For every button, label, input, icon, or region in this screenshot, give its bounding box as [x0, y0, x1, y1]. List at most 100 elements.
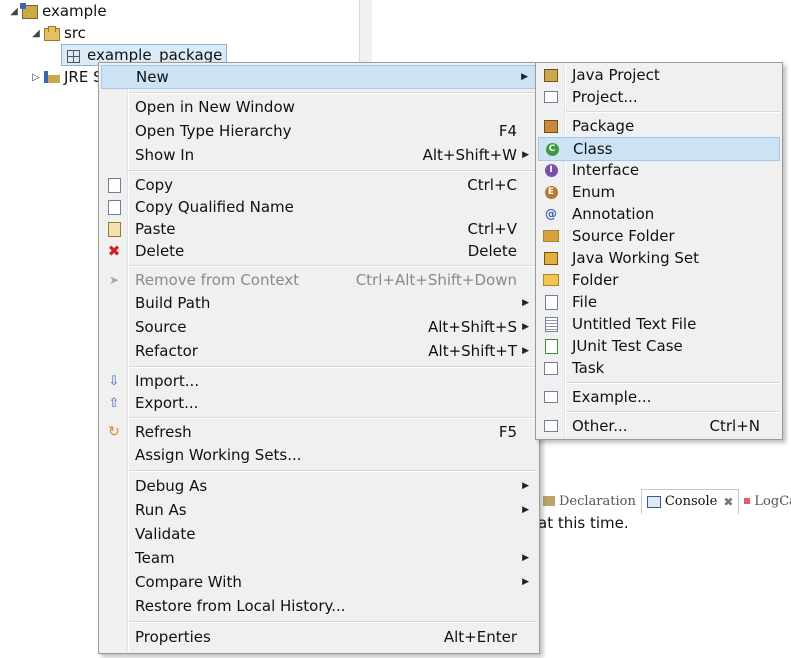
import-icon: ⇩	[108, 373, 120, 389]
menu-item-delete[interactable]: ✖ Delete Delete	[101, 240, 537, 262]
menu-accelerator: Ctrl+Alt+Shift+Down	[355, 271, 517, 289]
menu-item-annotation[interactable]: @ Annotation	[538, 203, 780, 225]
menu-label: New	[136, 68, 169, 86]
tree-label: JRE S	[64, 68, 103, 86]
tab-label: Console	[664, 494, 718, 509]
menu-accelerator: Ctrl+V	[467, 220, 517, 238]
menu-item-other[interactable]: Other... Ctrl+N	[538, 415, 780, 437]
tab-logcat[interactable]: LogCat	[739, 489, 791, 513]
menu-item-package[interactable]: Package	[538, 115, 780, 137]
menu-item-copy[interactable]: Copy Ctrl+C	[101, 174, 537, 196]
paste-icon	[106, 221, 122, 237]
menu-item-task[interactable]: Task	[538, 357, 780, 379]
menu-item-assign-working-sets[interactable]: Assign Working Sets...	[101, 444, 537, 466]
menu-item-untitled-text-file[interactable]: Untitled Text File	[538, 313, 780, 335]
menu-label: Delete	[135, 242, 185, 260]
menu-item-export[interactable]: ⇧ Export...	[101, 392, 537, 414]
menu-item-source-folder[interactable]: Source Folder	[538, 225, 780, 247]
menu-item-example[interactable]: Example...	[538, 386, 780, 408]
menu-label: Other...	[572, 417, 628, 435]
menu-label: Java Project	[572, 66, 660, 84]
menu-item-restore-local-history[interactable]: Restore from Local History...	[101, 595, 537, 617]
menu-item-java-working-set[interactable]: Java Working Set	[538, 247, 780, 269]
menu-item-refactor[interactable]: Refactor Alt+Shift+T ▶	[101, 340, 537, 362]
new-enum-icon: E	[543, 184, 559, 200]
declaration-icon	[543, 496, 555, 506]
submenu-arrow-icon: ▶	[522, 322, 529, 332]
menu-item-compare-with[interactable]: Compare With ▶	[101, 571, 537, 593]
menu-accelerator: Delete	[467, 242, 517, 260]
menu-label: Copy Qualified Name	[135, 198, 294, 216]
menu-item-show-in[interactable]: Show In Alt+Shift+W ▶	[101, 144, 537, 166]
tree-item-jre[interactable]: ▷ JRE S	[30, 66, 103, 88]
menu-item-open-type-hierarchy[interactable]: Open Type Hierarchy F4	[101, 120, 537, 142]
collapsed-triangle-icon[interactable]: ▷	[30, 72, 42, 83]
context-menu: New ▶ Open in New Window Open Type Hiera…	[98, 62, 540, 654]
menu-item-properties[interactable]: Properties Alt+Enter	[101, 626, 537, 648]
menu-item-refresh[interactable]: ↻ Refresh F5	[101, 421, 537, 443]
close-icon[interactable]: ✖	[723, 495, 733, 509]
new-text-file-icon	[543, 316, 559, 332]
menu-label: Java Working Set	[572, 249, 700, 267]
menu-item-folder[interactable]: Folder	[538, 269, 780, 291]
tab-declaration[interactable]: Declaration	[538, 489, 641, 513]
submenu-arrow-icon: ▶	[522, 481, 529, 491]
menu-accelerator: F4	[498, 122, 517, 140]
tab-label: Declaration	[559, 493, 636, 509]
menu-label: Paste	[135, 220, 176, 238]
menu-label: Run As	[135, 501, 187, 519]
menu-item-source[interactable]: Source Alt+Shift+S ▶	[101, 316, 537, 338]
expanded-triangle-icon[interactable]: ◢	[8, 6, 20, 17]
menu-label: Team	[135, 549, 175, 567]
menu-item-interface[interactable]: I Interface	[538, 159, 780, 181]
menu-label: Example...	[572, 388, 652, 406]
menu-label: Remove from Context	[135, 271, 300, 289]
menu-item-remove-from-context[interactable]: ➤ Remove from Context Ctrl+Alt+Shift+Dow…	[101, 269, 537, 291]
menu-label: Open in New Window	[135, 98, 295, 116]
export-icon: ⇧	[108, 395, 120, 411]
new-class-icon: C	[544, 141, 560, 157]
menu-label: Source	[135, 318, 187, 336]
menu-item-run-as[interactable]: Run As ▶	[101, 499, 537, 521]
menu-label: Open Type Hierarchy	[135, 122, 292, 140]
menu-label: Source Folder	[572, 227, 675, 245]
tree-item-project[interactable]: ◢ example	[8, 0, 106, 22]
menu-item-validate[interactable]: Validate	[101, 523, 537, 545]
tab-console[interactable]: Console ✖	[640, 488, 740, 514]
menu-item-project[interactable]: Project...	[538, 86, 780, 108]
java-project-icon	[543, 67, 559, 83]
menu-label: Compare With	[135, 573, 242, 591]
menu-label: Import...	[135, 372, 200, 390]
menu-label: File	[572, 293, 598, 311]
menu-item-team[interactable]: Team ▶	[101, 547, 537, 569]
menu-label: Project...	[572, 88, 638, 106]
menu-item-new[interactable]: New ▶	[101, 65, 537, 89]
menu-accelerator: Ctrl+N	[709, 417, 760, 435]
menu-item-copy-qualified-name[interactable]: Copy Qualified Name	[101, 196, 537, 218]
menu-item-open-new-window[interactable]: Open in New Window	[101, 96, 537, 118]
menu-label: Debug As	[135, 477, 208, 495]
console-text: at this time.	[538, 514, 629, 532]
menu-item-enum[interactable]: E Enum	[538, 181, 780, 203]
menu-label: Package	[572, 117, 635, 135]
menu-item-build-path[interactable]: Build Path ▶	[101, 292, 537, 314]
menu-item-class[interactable]: C Class	[538, 137, 780, 161]
menu-label: Annotation	[572, 205, 655, 223]
menu-item-import[interactable]: ⇩ Import...	[101, 370, 537, 392]
menu-item-paste[interactable]: Paste Ctrl+V	[101, 218, 537, 240]
menu-item-java-project[interactable]: Java Project	[538, 64, 780, 86]
menu-item-debug-as[interactable]: Debug As ▶	[101, 475, 537, 497]
submenu-arrow-icon: ▶	[522, 505, 529, 515]
source-folder-icon	[42, 25, 60, 41]
expanded-triangle-icon[interactable]: ◢	[30, 28, 42, 39]
new-file-icon	[543, 294, 559, 310]
menu-label: Task	[572, 359, 605, 377]
menu-label: Enum	[572, 183, 616, 201]
new-package-icon	[543, 118, 559, 134]
menu-item-junit-test-case[interactable]: JUnit Test Case	[538, 335, 780, 357]
tree-item-src[interactable]: ◢ src	[30, 22, 86, 44]
menu-item-file[interactable]: File	[538, 291, 780, 313]
menu-label: Folder	[572, 271, 619, 289]
menu-label: Refresh	[135, 423, 192, 441]
menu-label: Assign Working Sets...	[135, 446, 302, 464]
